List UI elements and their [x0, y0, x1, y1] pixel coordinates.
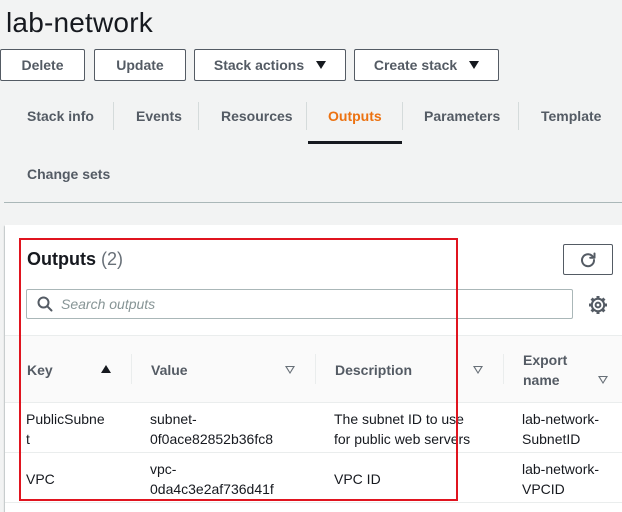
page-title: lab-network — [6, 7, 153, 38]
sort-ascending-icon[interactable] — [101, 365, 111, 373]
output-value: subnet- 0f0ace82852b36fc8 — [150, 409, 273, 449]
tab-divider — [518, 102, 519, 130]
tab-divider — [402, 102, 403, 130]
output-export-line: lab-network- — [522, 461, 600, 477]
outputs-panel: Outputs (2) Ke — [5, 225, 622, 512]
tab-outputs[interactable]: Outputs — [328, 108, 382, 124]
active-tab-indicator — [308, 141, 402, 144]
outputs-title: Outputs — [27, 249, 96, 269]
search-outputs-field[interactable] — [26, 289, 573, 319]
sort-unsorted-icon[interactable] — [473, 366, 483, 374]
tab-parameters[interactable]: Parameters — [424, 108, 500, 124]
output-value-line: subnet- — [150, 411, 197, 427]
column-divider — [503, 354, 504, 384]
tabs-divider — [4, 202, 622, 203]
column-export-name-header[interactable]: Export name — [523, 352, 567, 388]
output-key: PublicSubne t — [26, 409, 105, 449]
tab-events[interactable]: Events — [136, 108, 182, 124]
search-icon — [37, 295, 55, 313]
refresh-button[interactable] — [563, 244, 613, 275]
export-header-line: Export — [523, 352, 568, 368]
output-description: The subnet ID to use for public web serv… — [334, 409, 470, 449]
create-stack-dropdown[interactable]: Create stack — [354, 49, 499, 81]
output-description: VPC ID — [334, 471, 381, 487]
search-outputs-input[interactable] — [61, 296, 541, 312]
stack-actions-label: Stack actions — [213, 57, 305, 73]
table-row: PublicSubne t subnet- 0f0ace82852b36fc8 … — [5, 403, 622, 453]
tab-divider — [198, 102, 199, 130]
sort-unsorted-icon[interactable] — [285, 366, 295, 374]
tab-stack-info[interactable]: Stack info — [27, 108, 94, 124]
output-description-line: The subnet ID to use — [334, 411, 464, 427]
tab-divider — [306, 102, 307, 130]
tab-divider — [113, 102, 114, 130]
tab-change-sets[interactable]: Change sets — [27, 166, 110, 182]
output-value: vpc- 0da4c3e2af736d41f — [150, 459, 274, 499]
outputs-table-header: Key Value Description Export name — [5, 335, 622, 403]
output-value-line: 0f0ace82852b36fc8 — [150, 431, 273, 447]
output-key: VPC — [26, 471, 55, 487]
update-button[interactable]: Update — [94, 49, 186, 81]
output-export-name: lab-network- SubnetID — [522, 409, 599, 449]
output-value-line: 0da4c3e2af736d41f — [150, 481, 274, 497]
tab-resources[interactable]: Resources — [221, 108, 293, 124]
delete-button[interactable]: Delete — [0, 49, 85, 81]
create-stack-label: Create stack — [373, 57, 458, 73]
output-export-name: lab-network- VPCID — [522, 459, 599, 499]
outputs-heading: Outputs (2) — [27, 249, 123, 270]
outputs-count: (2) — [101, 249, 124, 269]
stack-actions-dropdown[interactable]: Stack actions — [194, 49, 346, 81]
sort-unsorted-icon[interactable] — [598, 376, 608, 384]
table-row: VPC vpc- 0da4c3e2af736d41f VPC ID lab-ne… — [5, 453, 622, 503]
export-header-line: name — [523, 372, 560, 388]
output-key-line: PublicSubne — [26, 411, 105, 427]
column-divider — [131, 354, 132, 384]
tab-template[interactable]: Template — [541, 108, 601, 124]
caret-down-icon — [316, 61, 327, 69]
output-export-line: VPCID — [522, 481, 565, 497]
caret-down-icon — [469, 61, 480, 69]
column-divider — [315, 354, 316, 384]
output-export-line: SubnetID — [522, 431, 581, 447]
column-description-header[interactable]: Description — [335, 362, 412, 378]
output-description-line: for public web servers — [334, 431, 471, 447]
refresh-icon — [581, 252, 596, 267]
output-export-line: lab-network- — [522, 411, 600, 427]
update-button-label: Update — [116, 57, 164, 73]
output-key-line: t — [26, 431, 30, 447]
gear-icon[interactable] — [588, 295, 608, 315]
stack-tabs: Stack info Events Resources Outputs Para… — [0, 92, 622, 203]
column-key-header[interactable]: Key — [27, 362, 53, 378]
output-value-line: vpc- — [150, 461, 177, 477]
column-value-header[interactable]: Value — [151, 362, 188, 378]
delete-button-label: Delete — [21, 57, 64, 73]
